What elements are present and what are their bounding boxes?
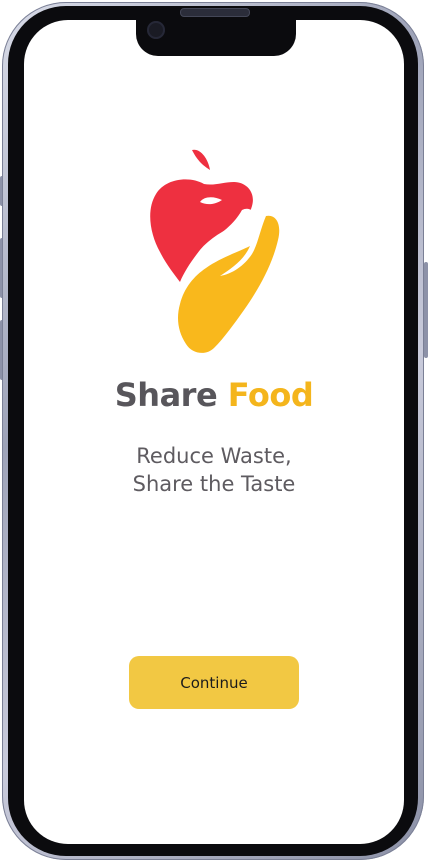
earpiece-speaker bbox=[180, 8, 250, 17]
app-brand-title: Share Food bbox=[0, 376, 428, 414]
power-button bbox=[424, 262, 428, 358]
device-mockup: Share Food Reduce Waste, Share the Taste… bbox=[0, 0, 428, 865]
front-camera bbox=[147, 21, 165, 39]
app-screen bbox=[24, 20, 404, 844]
continue-button[interactable]: Continue bbox=[129, 656, 299, 709]
apple-stem-icon bbox=[192, 149, 210, 170]
tagline-line-1: Reduce Waste, bbox=[136, 444, 292, 468]
tagline: Reduce Waste, Share the Taste bbox=[0, 442, 428, 498]
brand-food-text: Food bbox=[227, 376, 314, 414]
apple-hand-logo-icon bbox=[150, 149, 280, 353]
brand-share-text: Share bbox=[114, 376, 218, 414]
tagline-line-2: Share the Taste bbox=[132, 472, 296, 496]
